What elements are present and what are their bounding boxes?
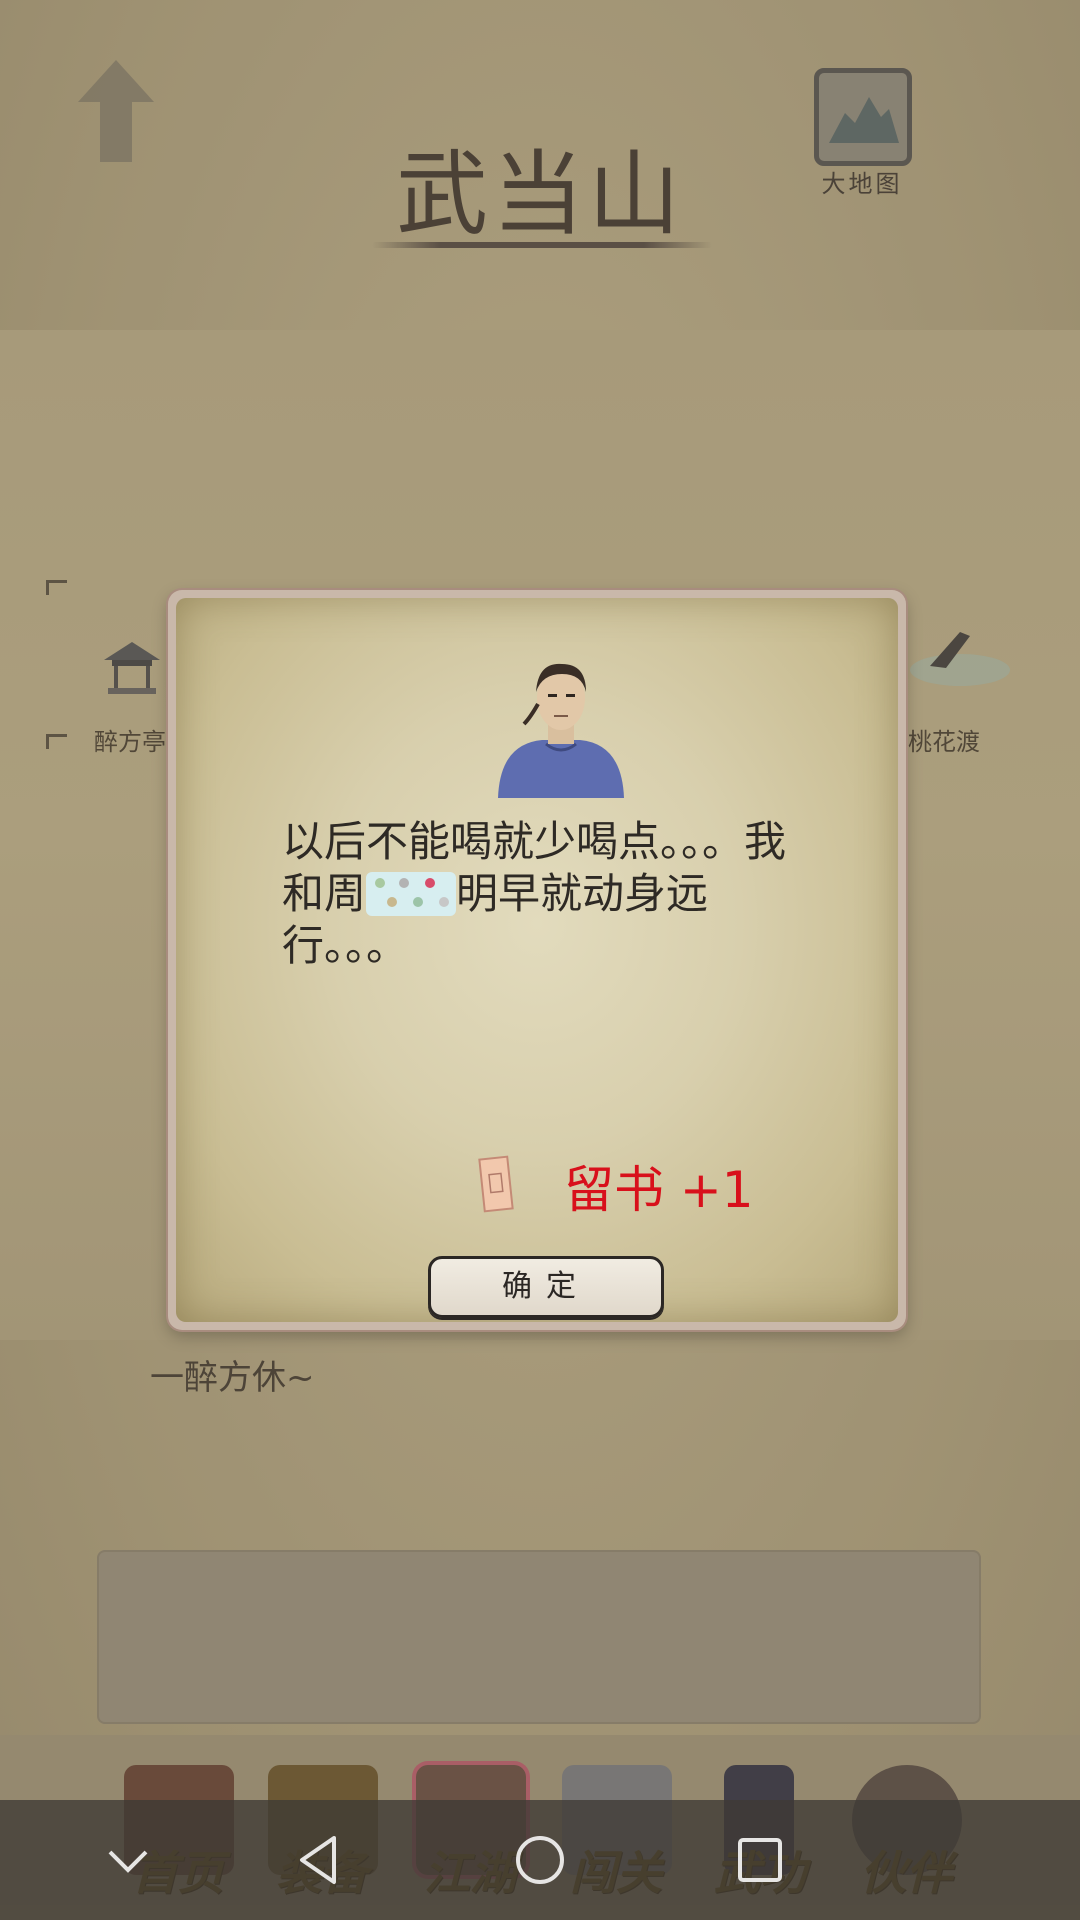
character-portrait [498,663,624,798]
confirm-button[interactable]: 确定 [428,1256,664,1318]
story-dialog: 以后不能喝就少喝点。。。我和周 明早就动身远行。。。 留书 +1 确定 [168,590,906,1330]
dialog-parchment: 以后不能喝就少喝点。。。我和周 明早就动身远行。。。 留书 +1 确定 [176,598,898,1322]
dialog-text: 以后不能喝就少喝点。。。我和周 明早就动身远行。。。 [282,817,787,970]
censored-name-patch [366,872,457,916]
letter-icon [478,1155,514,1213]
reward-text: 留书 +1 [564,1161,754,1219]
